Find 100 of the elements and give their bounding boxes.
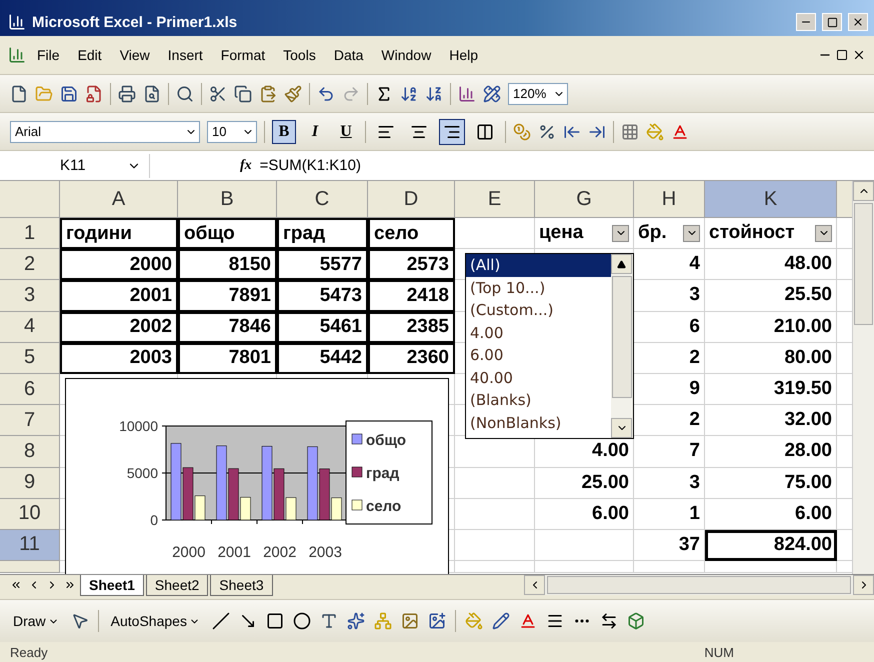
row-header[interactable]: 3 [0, 280, 60, 312]
formula-field[interactable]: =SUM(K1:K10) [260, 157, 361, 174]
row-header[interactable]: 2 [0, 249, 60, 280]
close-button[interactable] [848, 13, 868, 31]
scroll-left-button[interactable] [524, 575, 545, 595]
scroll-right-button[interactable] [853, 575, 874, 595]
wordart-icon[interactable] [346, 612, 365, 630]
column-header[interactable]: G [535, 181, 634, 218]
column-header[interactable]: B [178, 181, 277, 218]
minimize-button[interactable] [796, 13, 816, 31]
fill-color-icon[interactable] [464, 612, 483, 630]
filter-dropdown[interactable]: (All) (Top 10...) (Custom...) 4.00 6.00 40.00 (Blanks) (NonBlanks) [465, 253, 634, 439]
search-icon[interactable] [176, 84, 194, 102]
fill-color-icon[interactable] [646, 122, 664, 140]
print-preview-icon[interactable] [143, 84, 161, 102]
legend-label: общо [366, 432, 406, 449]
restore-icon[interactable] [836, 49, 848, 61]
table-cell: 28.00 [705, 436, 837, 468]
scroll-up-button[interactable] [853, 181, 874, 201]
filter-button[interactable] [612, 224, 629, 242]
function-label[interactable]: fx [240, 158, 252, 174]
3d-icon[interactable] [626, 612, 645, 630]
chart-icon[interactable] [458, 84, 476, 102]
menu-item[interactable]: Window [374, 45, 438, 65]
menu-item[interactable]: Edit [70, 45, 109, 65]
scroll-down-button[interactable] [611, 418, 632, 438]
row-header[interactable]: 1 [0, 218, 60, 250]
format-painter-icon[interactable] [284, 84, 302, 102]
save-icon[interactable] [60, 84, 78, 102]
column-header[interactable]: E [455, 181, 535, 218]
maximize-button[interactable] [822, 13, 842, 31]
scrollbar[interactable] [852, 181, 874, 574]
style-button[interactable]: U [334, 120, 358, 144]
style-button[interactable]: B [272, 120, 296, 144]
line-icon[interactable] [212, 612, 230, 630]
column-header[interactable]: A [60, 181, 178, 218]
draw-menu-button[interactable]: Draw [10, 611, 62, 631]
row-header[interactable]: 5 [0, 342, 60, 374]
sheet-tab[interactable]: Sheet3 [210, 575, 273, 596]
arrow-style-icon[interactable] [600, 612, 618, 630]
row-header[interactable]: 10 [0, 498, 60, 530]
percent-icon[interactable] [538, 122, 556, 140]
text-box-icon[interactable] [320, 612, 338, 630]
workbook-icon[interactable] [8, 46, 26, 64]
new-icon[interactable] [10, 84, 28, 102]
menu-item[interactable]: Help [442, 45, 485, 65]
column-header[interactable]: C [277, 181, 368, 218]
font-color-icon[interactable] [518, 612, 537, 630]
table-cell: 5473 [277, 280, 368, 312]
close-icon[interactable] [852, 48, 866, 62]
sheet-tab[interactable]: Sheet1 [80, 575, 144, 596]
menu-item[interactable]: File [30, 45, 67, 65]
undo-icon[interactable] [317, 84, 335, 102]
paste-icon[interactable] [259, 84, 277, 102]
dropdown-item[interactable]: (Top 10...) [466, 276, 611, 299]
chart-area[interactable]: 0 5000 10000 2000 2001 2002 2003 общо град село [65, 378, 449, 574]
rectangle-icon[interactable] [266, 612, 284, 630]
menu-item[interactable]: Tools [276, 45, 323, 65]
row-header[interactable]: 9 [0, 468, 60, 499]
sort-ascending-icon[interactable] [400, 84, 418, 102]
dropdown-item[interactable]: (All) [466, 254, 611, 276]
font-color-icon[interactable] [671, 122, 689, 140]
borders-icon[interactable] [621, 122, 639, 140]
currency-icon[interactable] [513, 122, 531, 140]
scrollbar[interactable] [611, 254, 633, 438]
row-header[interactable]: 8 [0, 436, 60, 468]
menu-item[interactable]: View [112, 45, 157, 65]
copy-icon[interactable] [234, 84, 252, 102]
drawing-icon[interactable] [483, 84, 501, 102]
column-header[interactable]: K [705, 181, 837, 218]
oval-icon[interactable] [292, 612, 311, 630]
filter-button[interactable] [683, 224, 700, 242]
line-style-icon[interactable] [546, 612, 564, 630]
scrollbar[interactable] [524, 575, 874, 595]
pointer-icon[interactable] [70, 612, 89, 630]
line-color-icon[interactable] [492, 612, 510, 630]
zoom-field[interactable]: 120% [508, 82, 568, 104]
align-right-button[interactable] [439, 118, 465, 144]
clip-art-icon[interactable] [400, 612, 419, 630]
row-header[interactable]: 6 [0, 374, 60, 406]
sheet-tab[interactable]: Sheet2 [146, 575, 208, 596]
menu-item[interactable]: Format [214, 45, 272, 65]
sort-descending-icon[interactable] [425, 84, 443, 102]
filter-button[interactable] [815, 224, 832, 242]
print-icon[interactable] [118, 84, 136, 102]
row-header[interactable]: 4 [0, 312, 60, 343]
row-header[interactable]: 7 [0, 405, 60, 436]
row-header[interactable]: 11 [0, 530, 60, 562]
menu-item[interactable]: Data [326, 45, 370, 65]
font-size-field[interactable]: 10 [207, 120, 257, 142]
cut-icon[interactable] [209, 84, 227, 102]
font-field[interactable]: Arial [10, 120, 200, 142]
menu-item[interactable]: Insert [160, 45, 210, 65]
style-button[interactable]: I [303, 120, 327, 144]
autoshapes-menu-button[interactable]: AutoShapes [108, 611, 203, 631]
picture-icon[interactable] [428, 612, 446, 630]
permission-icon[interactable] [85, 84, 103, 102]
column-header[interactable]: D [368, 181, 455, 218]
scroll-up-button[interactable] [611, 254, 632, 274]
column-header[interactable]: H [634, 181, 705, 218]
